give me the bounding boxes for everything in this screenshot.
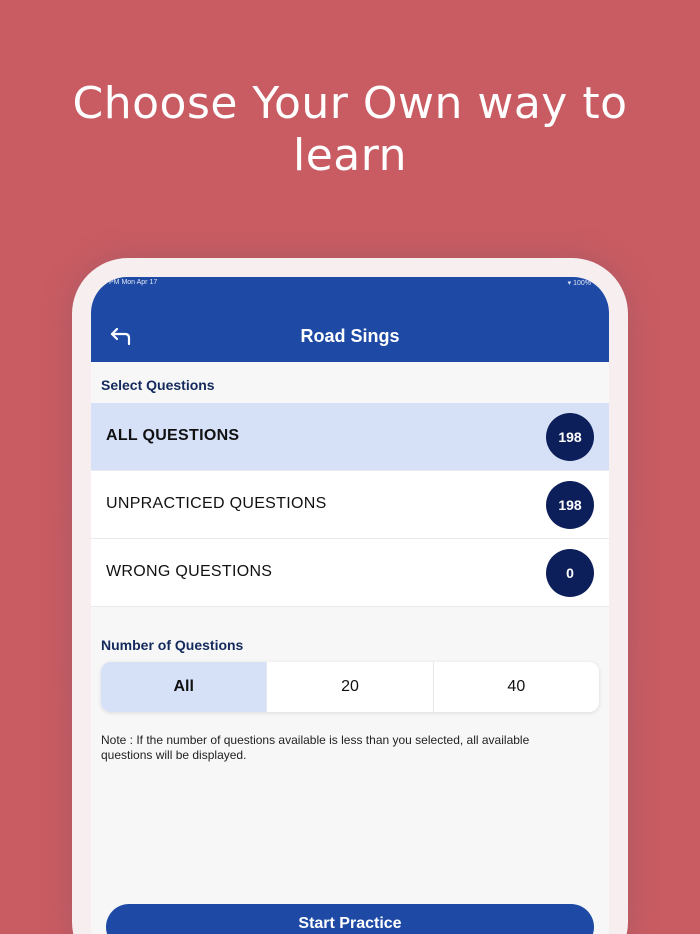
page-title: Road Sings [300,326,400,346]
count-option-all[interactable]: All [101,662,267,712]
count-option-20[interactable]: 20 [266,662,432,712]
question-filter-all[interactable]: ALL QUESTIONS 198 [91,403,609,471]
number-of-questions-label: Number of Questions [101,637,244,653]
app-screen: PM Mon Apr 17 ▾ 100% Road Sings Select Q… [91,277,609,934]
question-count-badge: 198 [546,413,594,461]
wifi-icon: ▾ [567,280,572,287]
status-time: PM Mon Apr 17 [109,279,158,286]
question-filter-label: ALL QUESTIONS [106,427,240,444]
question-count-badge: 0 [546,549,594,597]
headline-line-1: Choose Your Own way to [72,78,628,129]
promo-headline: Choose Your Own way to learn [0,78,700,182]
count-option-40[interactable]: 40 [432,662,599,712]
question-filter-wrong[interactable]: WRONG QUESTIONS 0 [91,539,609,607]
select-questions-label: Select Questions [101,377,215,393]
question-filter-unpracticed[interactable]: UNPRACTICED QUESTIONS 198 [91,471,609,539]
battery-level: 100% [573,280,591,287]
selection-note: Note : If the number of questions availa… [101,733,530,762]
question-filter-label: UNPRACTICED QUESTIONS [106,495,327,512]
question-count-badge: 198 [546,481,594,529]
question-filter-label: WRONG QUESTIONS [106,563,273,580]
question-count-selector: All 20 40 [101,662,599,712]
start-practice-button[interactable]: Start Practice [106,904,594,934]
headline-line-2: learn [293,130,407,181]
status-battery: ▾ 100% [568,279,591,287]
app-bar: PM Mon Apr 17 ▾ 100% Road Sings [91,277,609,362]
